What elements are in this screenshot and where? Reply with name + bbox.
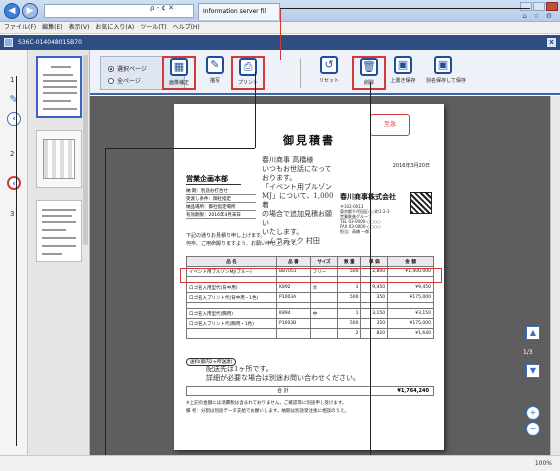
close-button[interactable] [546,2,558,11]
page-number-2: 2 [10,150,15,158]
print-button[interactable]: ⎙ プリント [231,56,265,90]
page-number-1: 1 [10,76,15,84]
pen-icon[interactable]: ✎ [7,94,21,108]
callout-line [16,76,17,446]
browser-tab[interactable]: Information server fil [198,3,280,20]
column-header: サイズ [309,256,339,267]
column-header: 金 額 [387,256,434,267]
menu-tools[interactable]: ツール(T) [140,22,166,33]
document-title: 御見積書 [283,134,335,147]
total-label: 合 計 [277,388,289,394]
next-page-button[interactable]: ▼ [526,364,540,378]
footnotes: ※上記の金額には消費税は含まれておりません。ご確認等に別途申し受けます。 備 考… [186,401,349,414]
intro-text: 下記の通りお見積り申し上げます。 何卒、ご用命賜りますよう、お願い申し上げます。 [186,233,301,247]
page-navigation: ▲ 1/3 ▼ + − [520,326,550,436]
home-favorites-settings-icons[interactable]: ⌂ ☆ ⚙ [523,12,554,20]
page-number-pane: 1 ✎ ‹ 2 ‹ 3 [0,50,28,455]
callout-line [280,8,530,9]
back-icon[interactable]: ◀ [4,3,20,19]
menu-view[interactable]: 表示(V) [69,22,90,33]
highlighted-row-outline [180,268,442,283]
callout-line [370,82,371,471]
collapse-thumbnails-icon[interactable]: ‹ [7,176,21,190]
terms-row: 納 期：別途お打合せ [186,188,256,195]
vertical-scrollbar[interactable] [550,96,560,455]
thumbnail-page-2[interactable] [36,130,82,188]
table-row: 2 820 ¥1,640 [186,328,434,339]
radio-selected-page[interactable]: 選択ページ [108,64,147,73]
screenshot-frame: ◀ ▶ ρ - ¢ ✕ Information server fil ⌂ ☆ ⚙… [0,0,560,471]
delete-button[interactable]: 🗑 削除 [352,56,386,90]
terms-row: 有効期限：2016年4月末日 [186,212,256,219]
thumbnail-panel [28,50,90,455]
save-icon: ▣ [394,56,412,74]
column-header: 品 名 [186,256,277,267]
table-row: ロゴ名入プリント代(胸用・1色) P1003B 500 350 ¥175,000 [186,318,434,329]
zoom-out-button[interactable]: − [526,422,540,436]
save-as-button[interactable]: ▣ 別名保存して保存 [426,56,466,90]
callout-line [255,72,256,148]
handwritten-note: 送料(都内2ヶ所送達) 配送先は1ヶ所です。 詳細が必要な場合は別途お問い合わせ… [186,358,434,382]
annotate-button[interactable]: ✎ 描写 [198,56,232,90]
app-icon [4,38,13,47]
total-row: 合 計 ¥1,764,240 [186,386,434,396]
column-header: 品 番 [276,256,311,267]
thumbnail-page-3[interactable] [36,200,82,262]
note-handwriting: 配送先は1ヶ所です。 詳細が必要な場合は別途お問い合わせください。 [206,365,360,382]
radio-all-pages[interactable]: 全ページ [108,76,141,85]
maximize-button[interactable] [533,2,545,11]
terms-row: 受渡し条件：御社指定 [186,196,256,203]
company-seal [410,192,432,214]
viewer-toolbar: 選択ページ 全ページ ▦ 画像補正 ✎ 描写 ⎙ プリント ↺ リセット 🗑 削… [90,50,560,95]
image-correct-button[interactable]: ▦ 画像補正 [162,56,196,90]
customer-name: 営業企画本部 [186,174,241,185]
page-number-3: 3 [10,210,15,218]
menu-help[interactable]: ヘルプ(H) [173,22,200,33]
minimize-button[interactable] [520,2,532,11]
terms-row: 納品場所：御社指定場所 [186,204,256,211]
column-header: 数 量 [337,256,362,267]
document-date: 2016年3月20日 [392,163,430,169]
callout-line [105,148,255,149]
save-overwrite-button[interactable]: ▣ 上書き保存 [386,56,420,90]
status-bar: 100% [0,455,560,471]
zoom-in-button[interactable]: + [526,406,540,420]
document-id: S36C-014048015B70 [18,39,82,46]
table-row: ロゴ名入用型代(胸用) K894 中 1 3,150 ¥3,150 [186,308,434,319]
callout-line [280,8,281,60]
thumbnail-page-1[interactable] [36,56,82,118]
forward-icon[interactable]: ▶ [22,3,38,19]
previous-page-button[interactable]: ▲ [526,326,540,340]
quotation-page: 至急 御見積書 2016年3月20日 営業企画本部 納 期：別途お打合せ 受渡し… [174,104,444,450]
app-close-icon[interactable]: x [547,38,556,47]
save-as-icon: ▣ [434,56,452,74]
table-row: ロゴ名入プリント代(背中用・1色) P1003A 500 350 ¥175,000 [186,292,434,303]
grid-icon: ▦ [170,58,188,76]
zoom-level[interactable]: 100% [535,460,552,467]
reset-button[interactable]: ↺ リセット [312,56,346,90]
reset-icon: ↺ [320,56,338,74]
window-controls [520,2,558,11]
page-counter: 1/3 [523,349,533,356]
total-amount: ¥1,764,240 [397,388,429,394]
table-row: ロゴ名入用型代(背中用) K892 大 1 9,450 ¥9,450 [186,282,434,293]
menu-favorites[interactable]: お気に入り(A) [95,22,134,33]
callout-line [105,148,106,471]
thumbnail-scrollbar[interactable] [83,55,88,245]
column-header: 単 価 [360,256,389,267]
toolbar-divider [300,58,301,88]
address-controls[interactable]: ρ - ¢ ✕ [150,4,174,12]
menu-edit[interactable]: 編集(E) [42,22,62,33]
collapse-left-icon[interactable]: ‹ [7,112,21,126]
menu-file[interactable]: ファイル(F) [4,22,36,33]
document-viewer: 至急 御見積書 2016年3月20日 営業企画本部 納 期：別途お打合せ 受渡し… [90,96,560,455]
pencil-icon: ✎ [206,56,224,74]
trash-icon: 🗑 [360,58,378,76]
terms-block: 納 期：別途お打合せ 受渡し条件：御社指定 納品場所：御社指定場所 有効期限：2… [186,188,256,220]
